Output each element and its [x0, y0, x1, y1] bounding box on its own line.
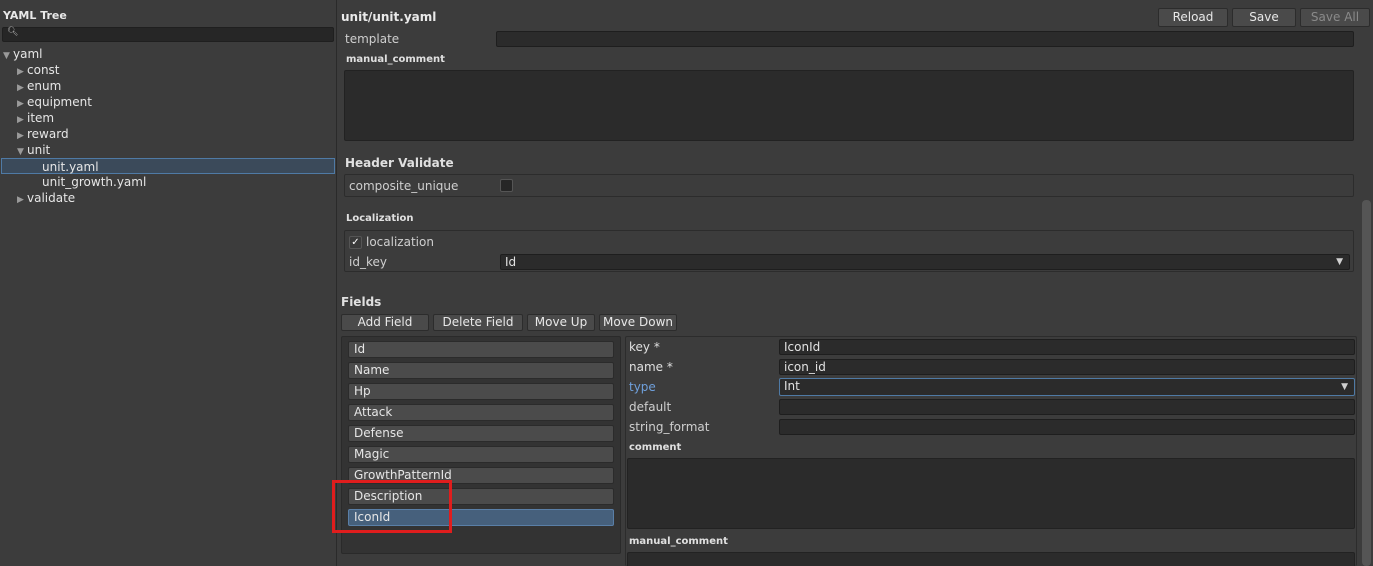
default-label: default — [629, 400, 672, 414]
chevron-down-icon: ▼ — [1341, 382, 1348, 392]
tree-node-enum[interactable]: ▶ enum — [17, 78, 61, 94]
field-manual-comment-textarea[interactable] — [627, 552, 1355, 566]
key-label: key * — [629, 340, 660, 354]
yaml-tree-panel: YAML Tree 🔍︎ ▼ yaml ▶ const ▶ enum ▶ equipme… — [0, 0, 337, 566]
key-input[interactable]: IconId — [779, 339, 1355, 355]
type-label: type — [629, 380, 656, 394]
header-validate-group: composite_unique — [344, 174, 1354, 197]
template-input[interactable] — [496, 31, 1354, 47]
tree-node-unit-yaml[interactable]: unit.yaml — [1, 158, 335, 174]
tree-node-yaml[interactable]: ▼ yaml — [3, 46, 42, 62]
field-item-attack[interactable]: Attack — [348, 404, 614, 421]
comment-label: comment — [629, 442, 682, 453]
manual-comment-label: manual_comment — [629, 536, 728, 547]
reload-button[interactable]: Reload — [1158, 8, 1228, 27]
file-title: unit/unit.yaml — [341, 10, 437, 24]
comment-textarea[interactable] — [627, 458, 1355, 529]
chevron-down-icon: ▼ — [3, 51, 10, 61]
highlight-box — [332, 480, 452, 533]
localization-title: Localization — [346, 213, 414, 224]
field-item-defense[interactable]: Defense — [348, 425, 614, 442]
default-input[interactable] — [779, 399, 1355, 415]
search-icon: 🔍︎ — [7, 27, 19, 37]
manual-comment-textarea[interactable] — [344, 70, 1354, 141]
field-item-magic[interactable]: Magic — [348, 446, 614, 463]
tree-node-reward[interactable]: ▶ reward — [17, 126, 69, 142]
localization-checkbox[interactable]: ✓ — [349, 236, 362, 249]
save-button[interactable]: Save — [1232, 8, 1296, 27]
string-format-input[interactable] — [779, 419, 1355, 435]
id-key-label: id_key — [349, 255, 387, 269]
field-item-hp[interactable]: Hp — [348, 383, 614, 400]
editor-panel: unit/unit.yaml Reload Save Save All temp… — [338, 0, 1373, 566]
type-select[interactable]: Int ▼ — [779, 378, 1355, 396]
tree-node-unit-growth-yaml[interactable]: unit_growth.yaml — [42, 174, 146, 190]
localization-checkbox-label: localization — [366, 235, 434, 249]
move-down-button[interactable]: Move Down — [599, 314, 677, 331]
field-item-name[interactable]: Name — [348, 362, 614, 379]
tree-search-input[interactable]: 🔍︎ — [2, 27, 334, 42]
tree-node-item[interactable]: ▶ item — [17, 110, 54, 126]
template-label: template — [345, 32, 400, 46]
delete-field-button[interactable]: Delete Field — [433, 314, 523, 331]
move-up-button[interactable]: Move Up — [527, 314, 595, 331]
name-label: name * — [629, 360, 673, 374]
chevron-down-icon: ▼ — [1336, 257, 1343, 267]
manual-comment-label: manual_comment — [346, 54, 445, 65]
fields-title: Fields — [341, 295, 382, 309]
tree-node-validate[interactable]: ▶ validate — [17, 190, 75, 206]
add-field-button[interactable]: Add Field — [341, 314, 429, 331]
editor-scrollbar[interactable] — [1362, 200, 1371, 566]
field-item-id[interactable]: Id — [348, 341, 614, 358]
tree-node-equipment[interactable]: ▶ equipment — [17, 94, 92, 110]
tree-node-const[interactable]: ▶ const — [17, 62, 60, 78]
tree-node-unit[interactable]: ▼ unit — [17, 142, 50, 158]
name-input[interactable]: icon_id — [779, 359, 1355, 375]
tree-title: YAML Tree — [3, 9, 67, 22]
field-detail-panel: key * IconId name * icon_id type Int ▼ d… — [625, 336, 1357, 566]
id-key-select[interactable]: Id ▼ — [500, 254, 1350, 270]
string-format-label: string_format — [629, 420, 710, 434]
header-validate-title: Header Validate — [345, 156, 454, 170]
save-all-button[interactable]: Save All — [1300, 8, 1370, 27]
composite-unique-checkbox[interactable] — [500, 179, 513, 192]
composite-unique-label: composite_unique — [349, 179, 459, 193]
chevron-right-icon: ▶ — [17, 195, 24, 205]
localization-group: ✓ localization id_key Id ▼ — [344, 230, 1354, 272]
